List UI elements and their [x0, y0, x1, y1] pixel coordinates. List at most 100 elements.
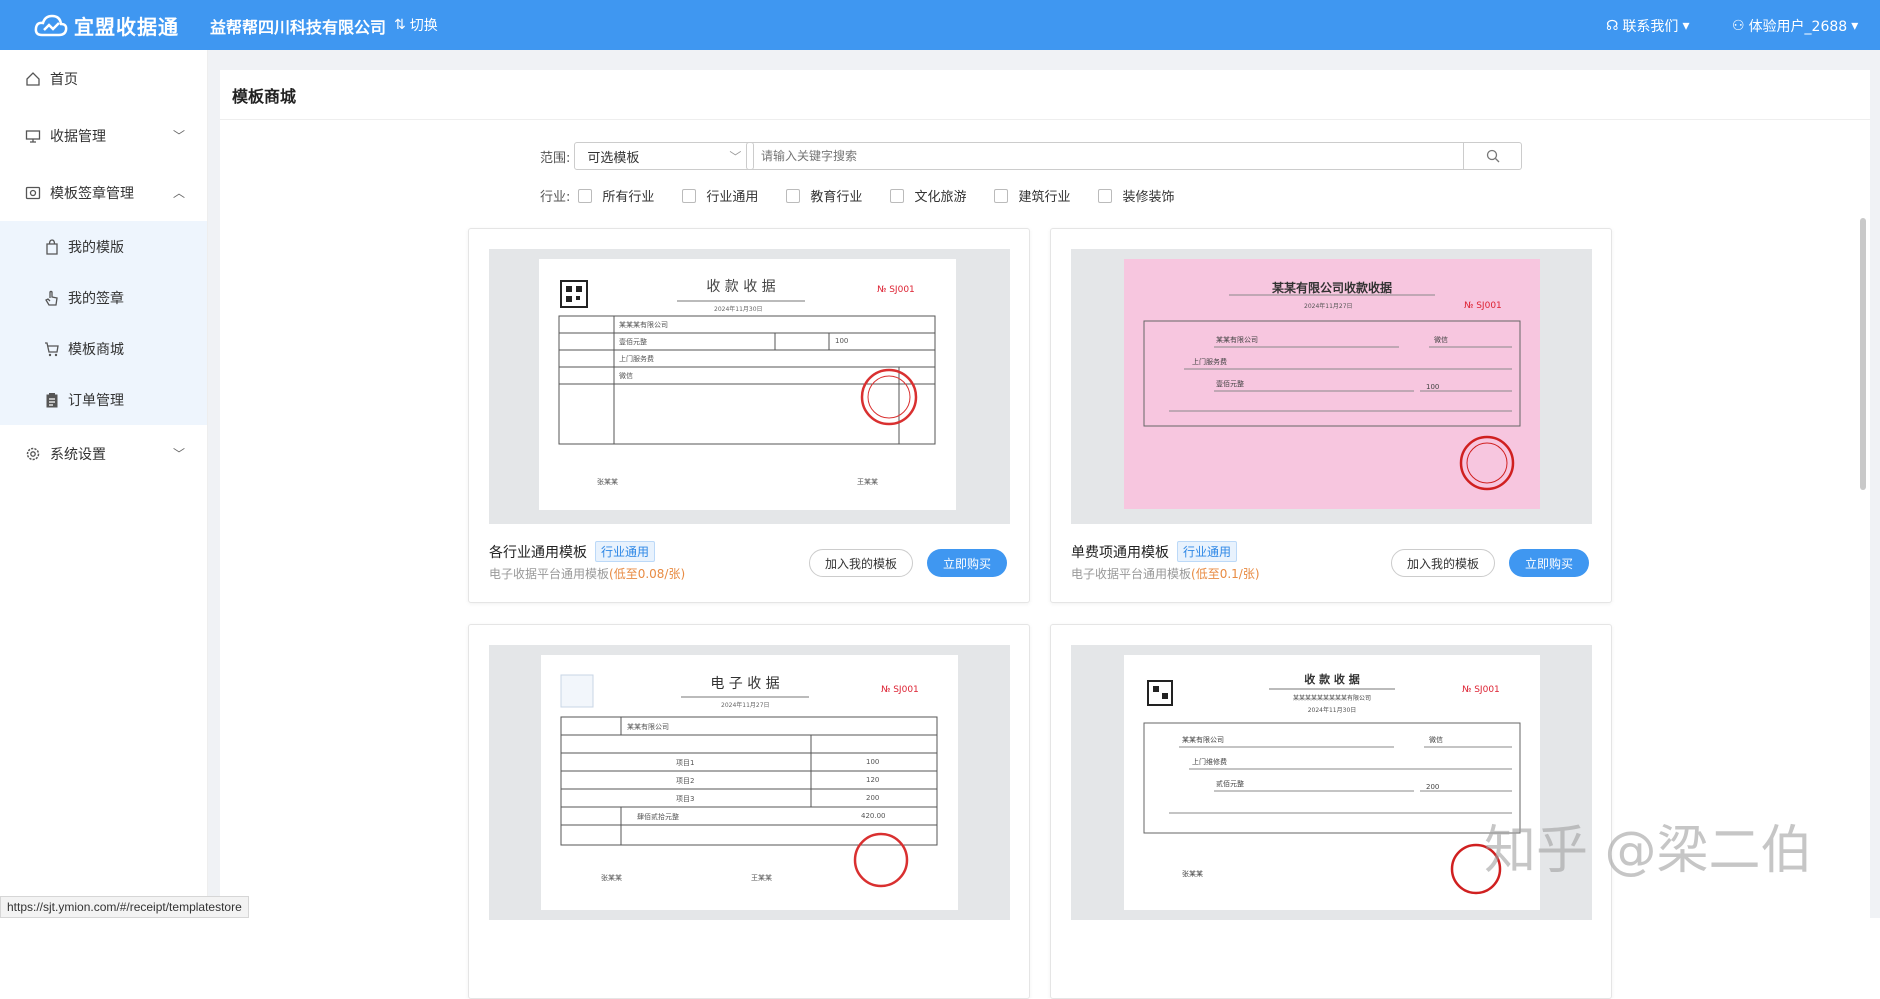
checkbox[interactable] [682, 188, 697, 203]
template-preview[interactable]: 收 款 收 据 № SJ001 2024年11月30日 某某某有限公司 壹佰元整… [489, 249, 1010, 524]
sidebar-item-templates[interactable]: 模板签章管理 ︿ [0, 164, 207, 221]
industry-option-all[interactable]: 所有行业 [578, 186, 654, 205]
industry-option-label: 教育行业 [810, 190, 863, 205]
user-dropdown[interactable]: ⚇ 体验用户_2688 ▾ [1732, 16, 1858, 36]
cloud-logo-icon [34, 14, 68, 36]
sidebar-item-home[interactable]: 首页 [0, 50, 207, 107]
receipt-icon [24, 127, 42, 145]
checkbox[interactable] [786, 188, 801, 203]
sidebar-item-template-store[interactable]: 模板商城 [0, 323, 207, 374]
receipt-row-item: 项目1 [676, 759, 695, 767]
checkbox[interactable] [890, 188, 905, 203]
industry-option-decoration[interactable]: 装修装饰 [1098, 186, 1174, 205]
sidebar-item-label: 我的签章 [68, 290, 124, 307]
receipt-amount: 200 [1426, 783, 1440, 791]
sidebar-item-my-seals[interactable]: 我的签章 [0, 272, 207, 323]
template-card[interactable]: 某某有限公司收款收据 2024年11月27日 № SJ001 某某有限公司 微信… [1050, 228, 1612, 603]
receipt-payer: 某某有限公司 [1182, 736, 1224, 744]
contact-dropdown[interactable]: ☊ 联系我们 ▾ [1606, 16, 1689, 36]
industry-option-culture[interactable]: 文化旅游 [890, 186, 966, 205]
receipt-heading: 收 款 收 据 [1304, 673, 1360, 686]
caret-down-icon: ▾ [1682, 18, 1690, 34]
receipt-row-amount: 200 [866, 794, 880, 802]
receipt-image: 电 子 收 据 № SJ001 2024年11月27日 某某有限公司 项目1 1… [541, 655, 958, 910]
template-preview[interactable]: 电 子 收 据 № SJ001 2024年11月27日 某某有限公司 项目1 1… [489, 645, 1010, 920]
receipt-payer: 某某某有限公司 [619, 321, 668, 329]
headset-icon: ☊ [1606, 18, 1619, 34]
chevron-up-icon: ︿ [172, 186, 185, 200]
template-card[interactable]: 电 子 收 据 № SJ001 2024年11月27日 某某有限公司 项目1 1… [468, 624, 1030, 999]
receipt-payer: 某某有限公司 [1216, 336, 1258, 344]
industry-option-education[interactable]: 教育行业 [786, 186, 862, 205]
receipt-image: 收 款 收 据 某某某某某某某某某有限公司 2024年11月30日 № SJ00… [1124, 655, 1540, 910]
home-icon [24, 70, 42, 88]
receipt-issuer: 张某某 [597, 478, 618, 486]
receipt-amount-cn: 贰佰元整 [1216, 780, 1244, 788]
add-to-my-templates-button[interactable]: 加入我的模板 [809, 549, 913, 577]
sidebar-item-label: 收据管理 [50, 128, 106, 145]
chevron-down-icon: ﹀ [729, 149, 742, 164]
industry-option-label: 文化旅游 [914, 190, 967, 205]
sidebar-item-receipts[interactable]: 收据管理 ﹀ [0, 107, 207, 164]
main-area: 模板商城 范围: 可选模板 ﹀ 行业: 所有行业 行业通用 教育行业 文化旅游 … [208, 50, 1880, 999]
receipt-date: 2024年11月27日 [1304, 303, 1353, 310]
chevron-down-icon: ﹀ [172, 447, 185, 461]
sidebar-item-label: 首页 [50, 71, 78, 88]
receipt-number: № SJ001 [1464, 301, 1502, 311]
gear-icon [24, 445, 42, 463]
receipt-number: № SJ001 [881, 685, 919, 695]
receipt-content: 上门服务费 [1192, 358, 1227, 366]
contact-label: 联系我们 [1622, 19, 1679, 35]
template-card[interactable]: 收 款 收 据 № SJ001 2024年11月30日 某某某有限公司 壹佰元整… [468, 228, 1030, 603]
app-logo[interactable]: 宜盟收据通 [34, 11, 179, 40]
switch-label: 切换 [409, 18, 438, 34]
switch-icon: ⇅ [394, 17, 406, 33]
switch-company-button[interactable]: ⇅ 切换 [394, 15, 438, 35]
buy-now-button[interactable]: 立即购买 [1509, 549, 1589, 577]
sidebar-item-my-templates[interactable]: 我的模版 [0, 221, 207, 272]
industry-label: 行业: [540, 190, 571, 205]
receipt-row-item: 项目3 [676, 795, 695, 803]
template-title: 单费项通用模板 行业通用 [1071, 541, 1238, 562]
add-to-my-templates-button[interactable]: 加入我的模板 [1391, 549, 1495, 577]
checkbox[interactable] [578, 188, 593, 203]
receipt-customer: 某某有限公司 [627, 723, 669, 731]
checkbox[interactable] [1098, 188, 1113, 203]
sidebar-item-settings[interactable]: 系统设置 ﹀ [0, 425, 207, 482]
sidebar-item-label: 订单管理 [68, 392, 124, 409]
search-button[interactable] [1463, 143, 1521, 169]
app-name: 宜盟收据通 [74, 15, 179, 39]
industry-option-construction[interactable]: 建筑行业 [994, 186, 1070, 205]
industry-filter: 行业: 所有行业 行业通用 教育行业 文化旅游 建筑行业 装修装饰 [540, 186, 1202, 205]
template-name: 单费项通用模板 [1071, 544, 1169, 561]
sidebar-item-label: 模板商城 [68, 341, 124, 358]
receipt-issuer: 张某某 [1182, 870, 1203, 878]
receipt-row-item: 项目2 [676, 777, 695, 785]
scrollbar[interactable] [1860, 218, 1866, 490]
receipt-method: 微信 [619, 372, 633, 380]
industry-tag: 行业通用 [595, 541, 656, 562]
receipt-issuer: 张某某 [601, 874, 622, 882]
receipt-number: № SJ001 [1462, 685, 1500, 695]
template-desc: 电子收据平台通用模板 [1071, 567, 1192, 581]
search-input[interactable] [747, 143, 1463, 169]
industry-option-general[interactable]: 行业通用 [682, 186, 758, 205]
scope-select[interactable]: 可选模板 ﹀ [574, 142, 755, 170]
clipboard-icon [44, 392, 60, 408]
bag-icon [44, 238, 60, 255]
sidebar-item-label: 系统设置 [50, 446, 106, 463]
user-label: 体验用户_2688 [1748, 19, 1848, 35]
sidebar-item-label: 我的模版 [68, 239, 124, 256]
receipt-date: 2024年11月30日 [1307, 707, 1357, 714]
status-url: https://sjt.ymion.com/#/receipt/template… [0, 896, 249, 918]
receipt-method: 微信 [1429, 736, 1443, 744]
sidebar-item-orders[interactable]: 订单管理 [0, 374, 207, 425]
buy-now-button[interactable]: 立即购买 [927, 549, 1007, 577]
template-preview[interactable]: 某某有限公司收款收据 2024年11月27日 № SJ001 某某有限公司 微信… [1071, 249, 1592, 524]
checkbox[interactable] [994, 188, 1009, 203]
receipt-item: 上门服务费 [619, 355, 654, 363]
receipt-row-amount: 100 [866, 758, 880, 766]
template-price: (低至0.1/张) [1191, 567, 1260, 581]
scope-label: 范围: [540, 150, 571, 166]
company-name: 益帮帮四川科技有限公司 [210, 18, 387, 37]
